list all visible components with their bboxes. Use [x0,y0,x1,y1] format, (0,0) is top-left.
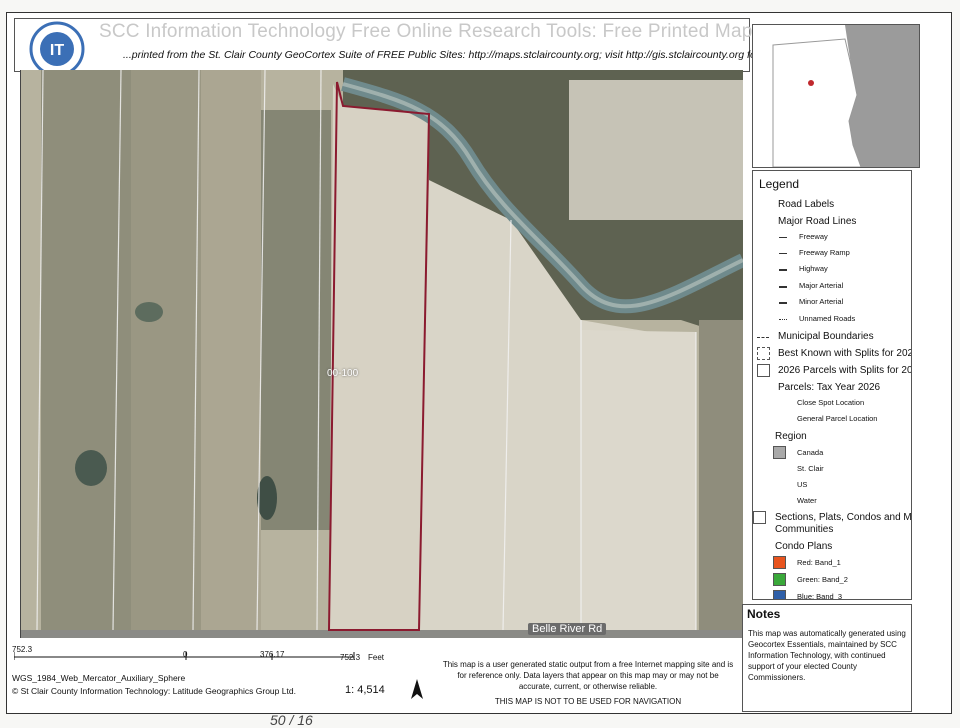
scale-unit: Feet [368,653,385,662]
legend-road-labels: Road Labels [778,199,835,210]
handwritten-note: 50 / 16 [270,712,313,728]
line-symbol-icon [779,237,787,238]
swatch-blue-icon [773,590,786,599]
swatch-green-icon [773,573,786,586]
county-seal-icon: IT [29,21,85,77]
legend-region-item: Water [797,496,817,505]
inset-locator-map[interactable] [752,24,920,168]
legend-region-item: Canada [797,448,824,457]
scale-left-value: 752.3 [12,645,33,654]
swatch-canada-icon [773,446,786,459]
svg-text:IT: IT [50,42,64,59]
legend-region-item: US [797,480,808,489]
notes-text: This map was automatically generated usi… [748,629,906,682]
line-symbol-icon [779,269,787,271]
line-symbol-icon [779,319,787,320]
disclaimer-text: This map is a user generated static outp… [442,660,734,691]
scale-ratio: 1: 4,514 [345,684,385,696]
legend-general-parcel: General Parcel Location [797,414,878,423]
map-subtitle: ...printed from the St. Clair County Geo… [123,49,796,61]
aerial-map[interactable]: 00-100 [20,70,743,638]
box-icon [757,364,770,377]
parcel-number-label: 00-100 [327,368,359,379]
line-symbol-icon [779,286,787,288]
legend-road-item: Major Arterial [799,281,844,290]
legend-parcels-tax-year: Parcels: Tax Year 2026 [778,382,881,393]
scale-zero-value: 0 [183,650,188,659]
legend-road-item: Minor Arterial [799,297,844,306]
map-legend: Legend Road Labels Major Road Lines Free… [752,170,912,600]
legend-major-road-lines: Major Road Lines [778,216,857,227]
inset-map-graphic [753,25,919,167]
copyright-text: © St Clair County Information Technology… [12,686,296,696]
legend-parcels-2026: 2026 Parcels with Splits for 20 [778,365,912,376]
legend-condo-item: Green: Band_2 [797,575,848,584]
line-symbol-icon [779,302,787,304]
box-icon [753,511,766,524]
notes-heading: Notes [747,607,781,621]
scale-right-value: 752.3 [340,653,361,662]
legend-close-spot: Close Spot Location [797,398,865,407]
legend-communities: Communities [775,524,834,535]
scale-mid-value: 376.17 [260,650,285,659]
legend-road-item: Highway [799,264,828,273]
notes-panel: Notes This map was automatically generat… [742,604,912,712]
swatch-red-icon [773,556,786,569]
legend-road-item: Freeway [799,232,828,241]
legend-municipal-boundaries: Municipal Boundaries [778,331,874,342]
map-header: IT SCC Information Technology Free Onlin… [14,18,795,77]
legend-title: Legend [759,177,800,191]
location-marker-icon [808,80,814,86]
legend-condo-item: Blue: Band_3 [797,592,843,600]
legend-condo-plans: Condo Plans [775,541,833,552]
legend-sections: Sections, Plats, Condos and M [775,512,912,523]
legend-road-item: Freeway Ramp [799,248,850,257]
road-label-belle-river: Belle River Rd [528,623,607,635]
dashed-line-icon [757,337,769,338]
map-title: SCC Information Technology Free Online R… [99,21,753,42]
dashed-box-icon [757,347,770,360]
legend-condo-item: Red: Band_1 [797,558,841,567]
legend-best-known: Best Known with Splits for 202 [778,348,912,359]
line-symbol-icon [779,253,787,254]
navigation-warning: THIS MAP IS NOT TO BE USED FOR NAVIGATIO… [494,697,682,706]
legend-region-item: St. Clair [797,464,824,473]
aerial-imagery [21,70,743,638]
scale-bar [13,646,394,660]
legend-road-item: Unnamed Roads [799,314,856,323]
legend-region: Region [775,431,807,442]
projection-text: WGS_1984_Web_Mercator_Auxiliary_Sphere [12,673,186,683]
north-arrow-icon [411,679,423,699]
